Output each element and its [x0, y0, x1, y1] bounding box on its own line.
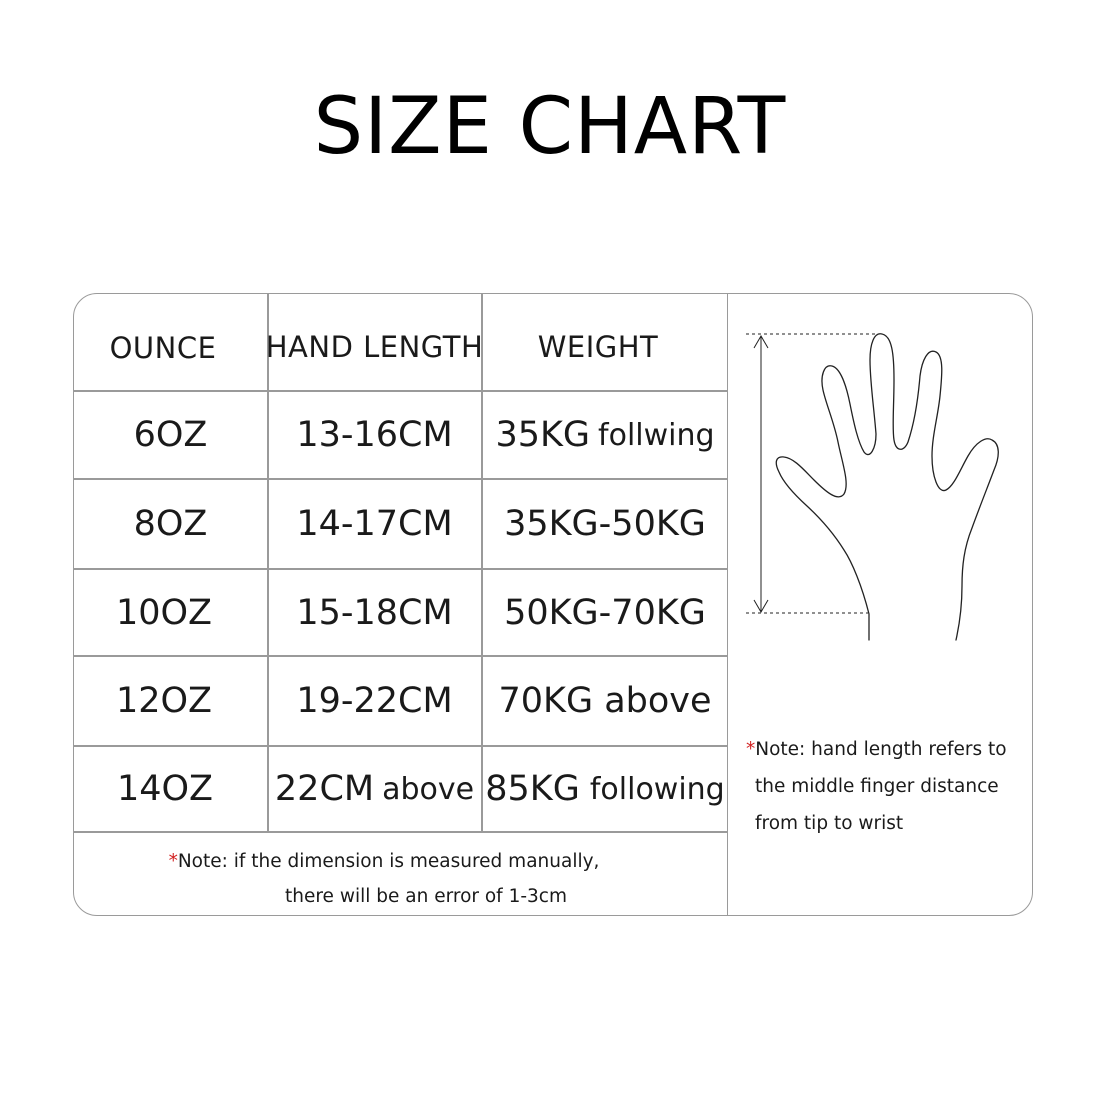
table-row-14oz-weight: 85KG following [482, 746, 728, 832]
hand-length-suffix: above [382, 771, 475, 807]
table-row-10oz-weight: 50KG-70KG [504, 592, 706, 633]
table-row-8oz-ounce: 8OZ [133, 504, 208, 544]
hand-length-note: *Note: hand length refers to the middle … [746, 731, 1026, 842]
side-note-line-1: Note: hand length refers to [755, 739, 1007, 760]
footnote-line-2: there will be an error of 1-3cm [285, 886, 567, 907]
table-row-10oz-ounce: 10OZ [115, 592, 213, 633]
table-row-8oz-weight: 35KG-50KG [504, 504, 706, 544]
side-note-line-2: the middle finger distance [755, 776, 999, 797]
table-row-14oz-ounce: 14OZ [116, 769, 214, 809]
weight-value: 85KG [485, 769, 580, 809]
weight-suffix: following [589, 771, 725, 807]
table-row-6oz-weight: 35KG follwing [482, 391, 728, 479]
header-hand-length: HAND LENGTH [265, 330, 484, 364]
header-ounce: OUNCE [109, 331, 217, 365]
table-row-12oz-weight: 70KG above [498, 681, 712, 721]
table-row-14oz-hand-length: 22CM above [268, 746, 481, 832]
table-row-6oz-ounce: 6OZ [133, 415, 208, 455]
header-weight: WEIGHT [537, 330, 659, 364]
hand-outline-icon [746, 333, 999, 641]
size-chart-card: OUNCE HAND LENGTH WEIGHT 6OZ 13-16CM 35K… [73, 293, 1033, 916]
hand-length-value: 22CM [274, 769, 375, 809]
weight-suffix: follwing [598, 417, 715, 453]
footnote-star: * [168, 851, 178, 872]
table-row-12oz-hand-length: 19-22CM [296, 681, 453, 721]
footnote-line-1: *Note: if the dimension is measured manu… [168, 851, 600, 872]
measurement-footnote: *Note: if the dimension is measured manu… [74, 844, 728, 914]
size-table: OUNCE HAND LENGTH WEIGHT 6OZ 13-16CM 35K… [74, 294, 728, 915]
side-note-star: * [746, 739, 756, 760]
weight-value: 35KG [495, 415, 591, 455]
table-row-10oz-hand-length: 15-18CM [296, 592, 453, 633]
table-row-8oz-hand-length: 14-17CM [296, 504, 453, 544]
table-row-6oz-hand-length: 13-16CM [296, 415, 453, 455]
table-row-12oz-ounce: 12OZ [115, 681, 213, 721]
page-title: SIZE CHART [313, 82, 787, 172]
side-note-line-3: from tip to wrist [755, 813, 904, 834]
